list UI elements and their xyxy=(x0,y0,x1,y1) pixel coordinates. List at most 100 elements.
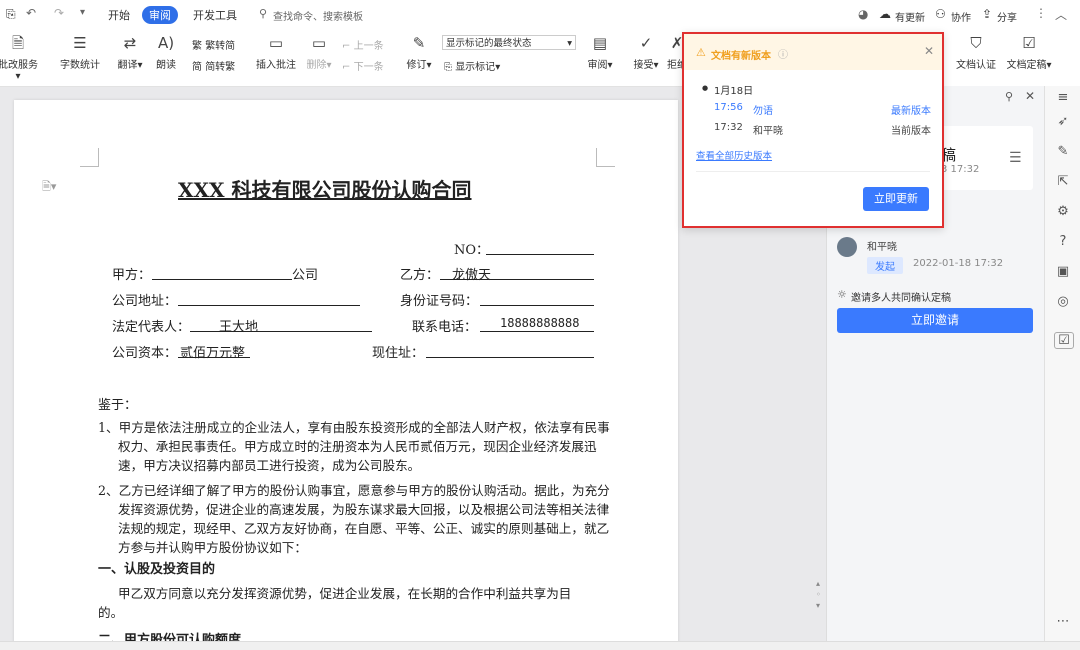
menu-icon[interactable]: ≡ xyxy=(1054,90,1072,105)
word-count-button[interactable]: ☰ 字数统计 xyxy=(58,32,102,71)
margin-corner xyxy=(80,148,99,167)
timeline-dot: ● xyxy=(702,84,709,92)
revise-button[interactable]: ✎ 修订▾ xyxy=(402,32,436,71)
tab-developer[interactable]: 开发工具 xyxy=(193,7,237,23)
collab-button[interactable]: 协作 xyxy=(951,9,971,24)
modify-service-button[interactable]: 🗎 批改服务▾ xyxy=(0,32,40,82)
theme-icon[interactable]: ◕ xyxy=(858,7,868,21)
prev-comment-button[interactable]: ⌐ 上一条 xyxy=(342,37,384,52)
comment-delete-icon: ▭ xyxy=(311,34,327,52)
more-icon[interactable]: ⋮ xyxy=(1035,6,1047,20)
shield-icon: ⛉ xyxy=(970,34,982,52)
tab-review[interactable]: 审阅 xyxy=(142,6,178,24)
section-1-heading: 一、认股及投资目的 xyxy=(98,562,216,577)
finalize-check-icon[interactable]: ☑ xyxy=(1054,332,1074,349)
party-b-name: 龙傲天 xyxy=(452,268,492,283)
undo-icon[interactable]: ↶ xyxy=(26,6,36,20)
doc-final-button[interactable]: ☑ 文档定稿▾ xyxy=(1004,32,1054,71)
trad-to-simp-button[interactable]: 繁 繁转简 xyxy=(192,37,235,52)
settings-sliders-icon[interactable]: ⚙ xyxy=(1054,204,1072,219)
user-name: 和平晓 xyxy=(867,242,897,253)
id-no-line xyxy=(480,305,594,306)
next-comment-button[interactable]: ⌐ 下一条 xyxy=(342,58,384,73)
location-icon[interactable]: ◎ xyxy=(1054,294,1072,309)
doc-cert-button[interactable]: ⛉ 文档认证 xyxy=(952,32,1000,71)
help-icon[interactable]: ? xyxy=(1054,234,1072,249)
timestamp: 2022-01-18 17:32 xyxy=(913,258,1004,269)
phone-line xyxy=(480,331,594,332)
update-button[interactable]: 有更新 xyxy=(895,9,925,24)
version-tag-current: 当前版本 xyxy=(891,126,931,137)
version-date: 1月18日 xyxy=(714,86,754,97)
search-icon: ⚲ xyxy=(259,7,268,20)
scroll-nav[interactable]: ▴ ◦ ▾ xyxy=(816,578,821,611)
tab-home[interactable]: 开始 xyxy=(108,7,130,23)
history-link[interactable]: 查看全部历史版本 xyxy=(696,148,772,162)
update-now-button[interactable]: 立即更新 xyxy=(863,187,929,211)
read-aloud-button[interactable]: A) 朗读 xyxy=(150,32,182,71)
document-page[interactable]: 🗎▾ XXX 科技有限公司股份认购合同 NO： 甲方： 公司 乙方： 龙傲天 公… xyxy=(14,100,678,649)
status-badge: 发起 xyxy=(867,257,903,274)
invite-button[interactable]: 立即邀请 xyxy=(837,308,1033,333)
cursor-icon[interactable]: ⇱ xyxy=(1054,174,1072,189)
more-icon[interactable]: ⋯ xyxy=(1054,614,1072,629)
capital-label: 公司资本： xyxy=(112,346,178,361)
residence-label: 现住址： xyxy=(372,346,425,361)
markup-icon: ⎘ xyxy=(444,62,452,73)
version-time-latest[interactable]: 17:56 xyxy=(714,102,743,113)
translate-icon: ⇄ xyxy=(123,34,137,52)
quick-access-dropdown-icon[interactable]: ▾ xyxy=(80,7,85,18)
update-popup: ⚠ 文档有新版本 ⓘ ✕ ● 1月18日 17:56 勿语 最新版本 17:32… xyxy=(682,32,944,228)
accept-button[interactable]: ✓ 接受▾ xyxy=(630,32,662,71)
id-no-label: 身份证号码： xyxy=(400,294,479,309)
lightbulb-icon: ☼ xyxy=(837,288,847,301)
paragraph-3: 甲乙双方同意以充分发挥资源优势，促进企业发展，在长期的合作中利益共享为目的。 xyxy=(98,586,572,620)
redo-icon[interactable]: ↷ xyxy=(54,6,64,20)
card-time: 3 17:32 xyxy=(941,164,980,175)
phone-label: 联系电话： xyxy=(412,320,478,335)
show-markup-button[interactable]: ⎘ 显示标记▾ xyxy=(444,58,500,73)
pin-icon[interactable]: ⚲ xyxy=(1005,90,1013,103)
paragraph-icon[interactable]: 🗎▾ xyxy=(42,178,56,197)
delete-comment-button[interactable]: ▭ 删除▾ xyxy=(302,32,336,71)
share-button[interactable]: 分享 xyxy=(997,9,1017,24)
menu-bar: ⎘ ↶ ↷ ▾ 开始 审阅 开发工具 ⚲ 查找命令、搜索模板 ◕ ☁ 有更新 ⚇… xyxy=(0,0,1080,30)
popup-header: ⚠ 文档有新版本 ⓘ ✕ xyxy=(684,34,942,70)
avatar xyxy=(837,237,857,257)
menu-icon[interactable]: ☰ xyxy=(1009,150,1022,166)
close-icon[interactable]: ✕ xyxy=(1025,89,1035,103)
document-check-icon: 🗎 xyxy=(11,34,25,52)
whereas-label: 鉴于： xyxy=(98,398,138,413)
help-icon[interactable]: ⓘ xyxy=(778,46,788,61)
cloud-update-icon: ☁ xyxy=(879,7,891,21)
image-icon[interactable]: ▣ xyxy=(1054,264,1072,279)
warning-icon: ⚠ xyxy=(696,46,706,59)
file-icon[interactable]: ⎘ xyxy=(6,7,16,22)
popup-title: 文档有新版本 xyxy=(711,51,771,62)
simp-to-trad-button[interactable]: 简 简转繁 xyxy=(192,58,235,73)
insert-comment-button[interactable]: ▭ 插入批注 xyxy=(254,32,298,71)
residence-line xyxy=(426,357,594,358)
divider xyxy=(696,171,930,172)
version-user-latest[interactable]: 勿语 xyxy=(753,102,773,117)
party-b-label: 乙方： xyxy=(400,268,440,283)
collapse-ribbon-icon[interactable]: ︿ xyxy=(1055,6,1067,23)
review-pane-button[interactable]: ▤ 审阅▾ xyxy=(584,32,616,71)
version-time-current[interactable]: 17:32 xyxy=(714,122,743,133)
close-icon[interactable]: ✕ xyxy=(924,44,934,58)
chevron-down-icon: ▾ xyxy=(567,38,572,49)
markup-state-select[interactable]: 显示标记的最终状态 ▾ xyxy=(442,35,576,50)
revise-icon: ✎ xyxy=(412,34,426,52)
next-icon: ⌐ xyxy=(342,62,351,73)
paragraph-1: 1、甲方是依法注册成立的企业法人，享有由股东投资形成的全部法人财产权，依法享有民… xyxy=(98,420,610,473)
legal-rep-label: 法定代表人： xyxy=(112,320,191,335)
margin-corner xyxy=(596,148,615,167)
pen-icon[interactable]: ✎ xyxy=(1054,144,1072,159)
comment-add-icon: ▭ xyxy=(268,34,284,52)
document-title: XXX 科技有限公司股份认购合同 xyxy=(178,178,472,202)
translate-button[interactable]: ⇄ 翻译▾ xyxy=(114,32,146,71)
version-user-current[interactable]: 和平晓 xyxy=(753,122,783,137)
legal-rep-line xyxy=(190,331,372,332)
rocket-icon[interactable]: ➶ xyxy=(1054,114,1072,129)
command-search-input[interactable]: 查找命令、搜索模板 xyxy=(273,8,363,23)
